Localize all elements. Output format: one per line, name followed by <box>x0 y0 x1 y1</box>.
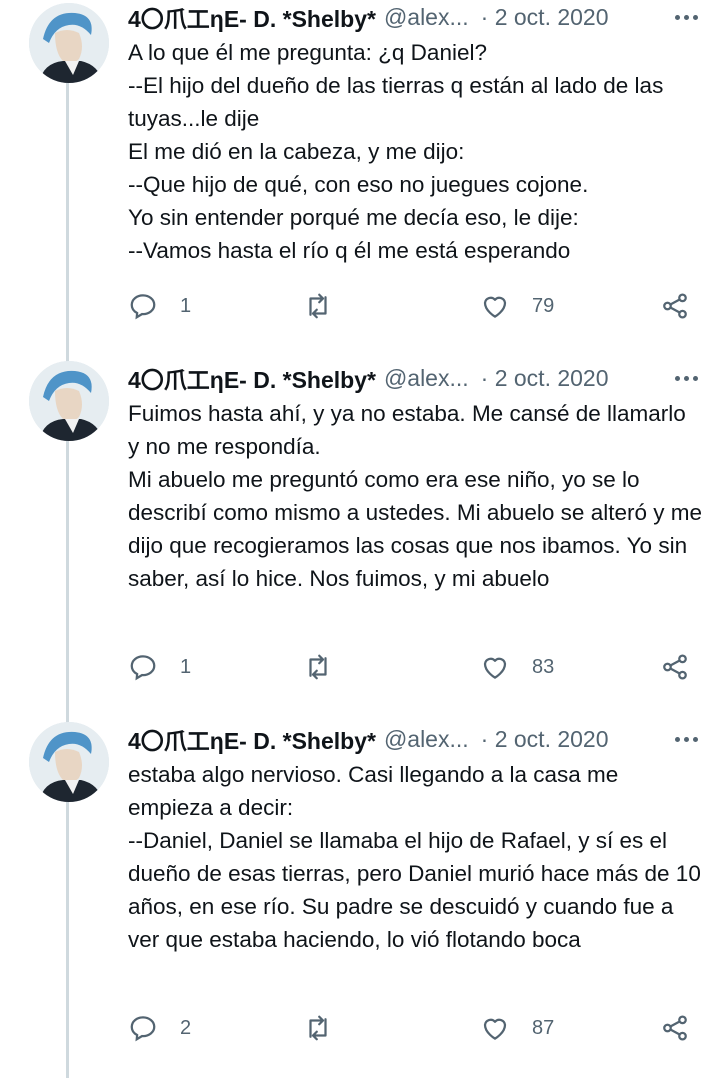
tweet-actions: 1 79 <box>128 286 698 326</box>
tweet-3[interactable]: 4〇爪工ƞE- D. *Shelby* @alex... · 2 oct. 20… <box>0 722 720 1078</box>
like-button[interactable]: 79 <box>480 286 554 326</box>
author-name[interactable]: 4〇爪工ƞE- D. *Shelby* <box>128 361 376 395</box>
like-count: 83 <box>532 655 555 678</box>
tweet-text: A lo que él me pregunta: ¿q Daniel? --El… <box>128 40 664 263</box>
reply-icon <box>130 1016 156 1042</box>
reply-icon <box>130 655 156 681</box>
heart-icon <box>483 1018 507 1040</box>
tweet-date[interactable]: · 2 oct. 2020 <box>481 4 609 31</box>
author-handle[interactable]: @alex... <box>384 4 469 31</box>
more-icon[interactable] <box>675 14 698 20</box>
tweet-2[interactable]: 4〇爪工ƞE- D. *Shelby* @alex... · 2 oct. 20… <box>0 361 720 722</box>
share-button[interactable] <box>660 1008 690 1048</box>
tweet-actions: 1 83 <box>128 647 698 687</box>
avatar[interactable] <box>29 361 109 441</box>
author-handle[interactable]: @alex... <box>384 726 469 753</box>
more-icon[interactable] <box>675 736 698 742</box>
retweet-button[interactable] <box>303 1008 355 1048</box>
like-button[interactable]: 83 <box>480 647 554 687</box>
author-name[interactable]: 4〇爪工ƞE- D. *Shelby* <box>128 722 376 756</box>
tweet-actions: 2 87 <box>128 1008 698 1048</box>
avatar-image <box>29 361 109 441</box>
more-icon[interactable] <box>675 375 698 381</box>
reply-icon <box>130 294 156 320</box>
retweet-button[interactable] <box>303 286 355 326</box>
avatar[interactable] <box>29 3 109 83</box>
retweet-icon <box>309 654 327 680</box>
tweet-date[interactable]: · 2 oct. 2020 <box>481 365 609 392</box>
avatar[interactable] <box>29 722 109 802</box>
author-handle[interactable]: @alex... <box>384 365 469 392</box>
retweet-button[interactable] <box>303 647 355 687</box>
avatar-image <box>29 722 109 802</box>
share-button[interactable] <box>660 286 690 326</box>
tweet-1[interactable]: 4〇爪工ƞE- D. *Shelby* @alex... · 2 oct. 20… <box>0 0 720 361</box>
like-count: 79 <box>532 294 555 317</box>
tweet-header: 4〇爪工ƞE- D. *Shelby* @alex... · 2 oct. 20… <box>128 722 698 756</box>
share-icon <box>663 1015 687 1041</box>
like-button[interactable]: 87 <box>480 1008 554 1048</box>
tweet-header: 4〇爪工ƞE- D. *Shelby* @alex... · 2 oct. 20… <box>128 0 698 34</box>
reply-button[interactable]: 2 <box>128 1008 191 1048</box>
share-icon <box>663 654 687 680</box>
avatar-image <box>29 3 109 83</box>
retweet-icon <box>309 1015 327 1041</box>
heart-icon <box>483 657 507 679</box>
like-count: 87 <box>532 1016 555 1039</box>
reply-button[interactable]: 1 <box>128 286 191 326</box>
reply-button[interactable]: 1 <box>128 647 191 687</box>
tweet-text: Fuimos hasta ahí, y ya no estaba. Me can… <box>128 401 702 591</box>
retweet-icon <box>309 293 327 319</box>
tweet-header: 4〇爪工ƞE- D. *Shelby* @alex... · 2 oct. 20… <box>128 361 698 395</box>
reply-count: 2 <box>180 1016 192 1039</box>
share-icon <box>663 293 687 319</box>
reply-count: 1 <box>180 655 192 678</box>
tweet-date[interactable]: · 2 oct. 2020 <box>481 726 609 753</box>
share-button[interactable] <box>660 647 690 687</box>
author-name[interactable]: 4〇爪工ƞE- D. *Shelby* <box>128 0 376 34</box>
tweet-text: estaba algo nervioso. Casi llegando a la… <box>128 762 701 952</box>
reply-count: 1 <box>180 294 192 317</box>
heart-icon <box>483 296 507 318</box>
